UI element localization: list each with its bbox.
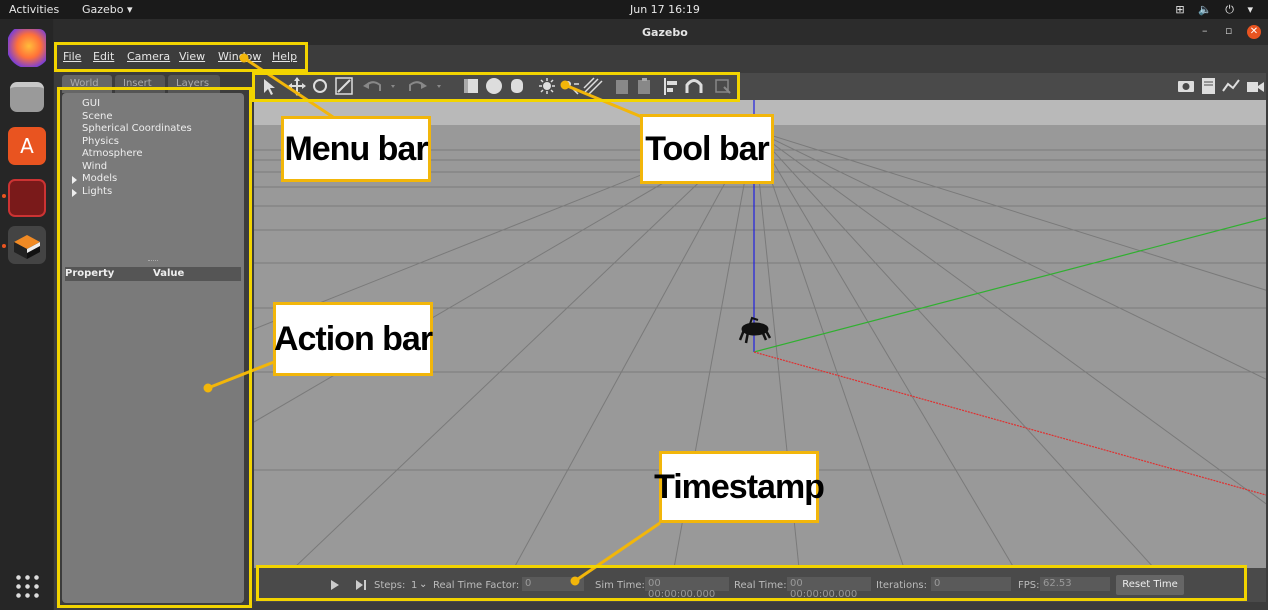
timestamp-callout: Timestamp [654, 451, 825, 523]
menu-bar-callout: Menu bar [281, 116, 431, 182]
annotation-leaders [203, 53, 661, 586]
action-bar-callout: Action bar [273, 302, 433, 376]
tool-bar-callout: Tool bar [640, 114, 774, 184]
